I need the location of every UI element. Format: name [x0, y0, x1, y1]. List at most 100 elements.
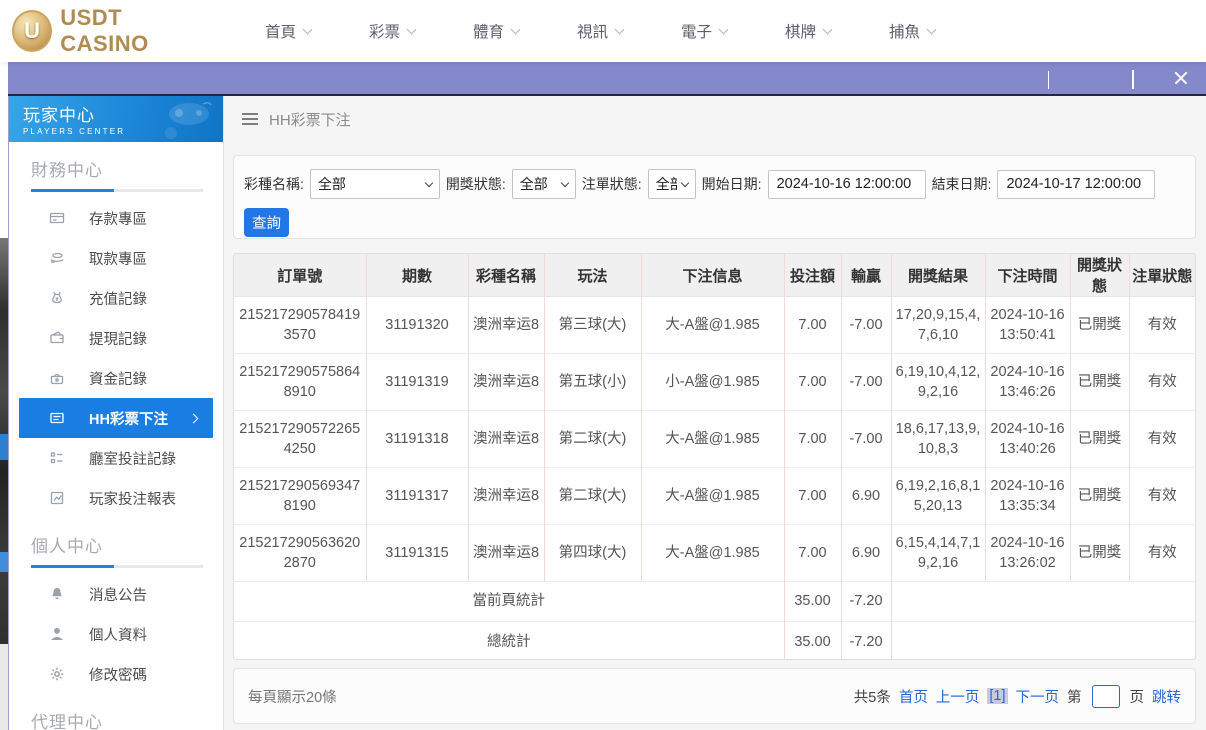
sidebar-item-label: 玩家投注報表	[89, 491, 176, 508]
nav-item-sports[interactable]: 體育	[444, 20, 548, 42]
top-nav: U USDT CASINO 首頁 彩票 體育 視訊 電子 棋牌 捕魚	[0, 0, 1206, 62]
sidebar-item-label: 消息公告	[89, 587, 147, 604]
wallet-icon	[50, 331, 64, 344]
nav-label: 彩票	[368, 24, 400, 41]
sidebar-item-withdraw[interactable]: 取款專區	[9, 238, 223, 278]
nav-item-slots[interactable]: 電子	[652, 20, 756, 42]
start-date-label: 開始日期:	[701, 176, 762, 192]
section-underline	[31, 189, 203, 192]
bell-icon	[52, 588, 62, 600]
filter-panel: 彩種名稱: 全部 開獎狀態: 全部 注單狀態: 全部 開始日期: 2024-10…	[233, 155, 1196, 239]
cell-lottery-name: 澳洲幸运8	[468, 524, 545, 582]
col-play-type: 玩法	[544, 254, 642, 297]
jump-label-post: 页	[1129, 689, 1145, 706]
sidebar-item-change-password[interactable]: 修改密碼	[9, 654, 223, 694]
page: U USDT CASINO 首頁 彩票 體育 視訊 電子 棋牌 捕魚 玩家中心 …	[0, 0, 1206, 730]
cell-bet-info: 大-A盤@1.985	[641, 467, 785, 525]
jump-go-link[interactable]: 跳转	[1152, 686, 1181, 707]
cell-play-type: 第四球(大)	[544, 524, 642, 582]
table-row: 2152172905758648910 31191319 澳洲幸运8 第五球(小…	[234, 353, 1195, 411]
sidebar-item-room-bet-record[interactable]: 廳室投註記錄	[9, 438, 223, 478]
sidebar-item-label: 取款專區	[89, 251, 147, 268]
window-titlebar[interactable]	[8, 62, 1206, 96]
cell-draw-status: 已開獎	[1070, 467, 1130, 525]
sidebar-item-announcements[interactable]: 消息公告	[9, 574, 223, 614]
sidebar-item-deposit[interactable]: 存款專區	[9, 198, 223, 238]
room-list-icon	[50, 452, 63, 464]
jump-label-pre: 第	[1067, 689, 1082, 706]
grand-summary-row: 總統計 35.00 -7.20	[234, 621, 1195, 659]
section-underline	[31, 565, 203, 568]
page-number-input[interactable]	[1091, 684, 1120, 708]
summary-win-total: -7.20	[841, 581, 892, 622]
cell-issue: 31191315	[366, 524, 469, 582]
nav-item-cards[interactable]: 棋牌	[756, 20, 860, 42]
next-page-link[interactable]: 下一页	[1016, 686, 1060, 707]
cell-order-id: 2152172905636202870	[234, 524, 367, 582]
nav-item-home[interactable]: 首頁	[236, 20, 340, 42]
cell-bet-time: 2024-10-16 13:26:02	[985, 524, 1071, 582]
col-order-status: 注單狀態	[1129, 254, 1195, 297]
cell-play-type: 第二球(大)	[544, 410, 642, 468]
cell-win-loss: 6.90	[841, 524, 892, 582]
sidebar-item-funds-record[interactable]: 資金記錄	[9, 358, 223, 398]
collapse-button[interactable]	[1048, 71, 1062, 89]
summary-win-total: -7.20	[841, 621, 892, 659]
minimize-button[interactable]	[1090, 71, 1104, 85]
withdraw-hand-icon	[50, 252, 64, 263]
sidebar-item-label: 資金記錄	[89, 371, 147, 388]
draw-status-select[interactable]: 全部	[511, 169, 576, 199]
order-status-select[interactable]: 全部	[647, 169, 696, 199]
end-date-label: 結束日期:	[931, 176, 992, 192]
pager: 共5条 首页 上一页 [1] 下一页 第 页 跳转	[854, 684, 1181, 708]
cell-draw-status: 已開獎	[1070, 524, 1130, 582]
chevron-down-icon	[406, 24, 417, 34]
nav-label: 首頁	[264, 24, 296, 41]
chevron-down-icon	[1048, 71, 1049, 89]
cell-bet-time: 2024-10-16 13:40:26	[985, 410, 1071, 468]
sidebar: 玩家中心 PLAYERS CENTER 財務中心 存款專區 取款專區 充值記錄 …	[9, 96, 224, 730]
prev-page-link[interactable]: 上一页	[936, 686, 980, 707]
start-date-input[interactable]	[767, 169, 926, 199]
chevron-down-icon	[510, 24, 521, 34]
nav-item-live[interactable]: 視訊	[548, 20, 652, 42]
cell-order-status: 有效	[1129, 353, 1195, 411]
query-button[interactable]: 查詢	[244, 208, 289, 237]
nav-label: 棋牌	[784, 24, 816, 41]
logo[interactable]: U USDT CASINO	[12, 5, 210, 57]
summary-empty	[891, 581, 1195, 622]
sidebar-item-label: 修改密碼	[89, 667, 147, 684]
sidebar-item-recharge-record[interactable]: 充值記錄	[9, 278, 223, 318]
cell-lottery-name: 澳洲幸运8	[468, 467, 545, 525]
sidebar-section-personal: 個人中心	[31, 537, 103, 556]
hamburger-icon[interactable]	[242, 113, 258, 125]
col-lottery-name: 彩種名稱	[468, 254, 545, 297]
cell-draw-status: 已開獎	[1070, 296, 1130, 354]
table-row: 2152172905784193570 31191320 澳洲幸运8 第三球(大…	[234, 296, 1195, 354]
sidebar-item-label: 存款專區	[89, 211, 147, 228]
end-date-input[interactable]	[997, 169, 1156, 199]
first-page-link[interactable]: 首页	[899, 686, 928, 707]
nav-item-fishing[interactable]: 捕魚	[860, 20, 964, 42]
sidebar-item-label: 廳室投註記錄	[89, 451, 176, 468]
close-button[interactable]	[1174, 71, 1188, 85]
sidebar-item-withdrawal-record[interactable]: 提現記錄	[9, 318, 223, 358]
cell-bet-info: 大-A盤@1.985	[641, 296, 785, 354]
cell-draw-result: 6,19,10,4,12,9,2,16	[891, 353, 986, 411]
maximize-button[interactable]	[1132, 70, 1146, 89]
sidebar-item-player-bet-report[interactable]: 玩家投注報表	[9, 478, 223, 518]
table-row: 2152172905722654250 31191318 澳洲幸运8 第二球(大…	[234, 410, 1195, 468]
sidebar-item-profile[interactable]: 個人資料	[9, 614, 223, 654]
col-order-id: 訂單號	[234, 254, 367, 297]
order-status-select-wrap: 全部	[647, 169, 696, 199]
logo-coin-icon: U	[12, 10, 53, 52]
lottery-select[interactable]: 全部	[309, 169, 440, 199]
cell-bet-info: 小-A盤@1.985	[641, 353, 785, 411]
cell-order-id: 2152172905693478190	[234, 467, 367, 525]
page-background-strip	[0, 62, 8, 730]
nav-item-lottery[interactable]: 彩票	[340, 20, 444, 42]
sidebar-item-hh-lottery-bets[interactable]: HH彩票下注	[19, 398, 213, 438]
chevron-down-icon	[822, 24, 833, 34]
logo-text: USDT CASINO	[60, 5, 149, 56]
col-draw-status: 開獎狀態	[1070, 254, 1130, 297]
